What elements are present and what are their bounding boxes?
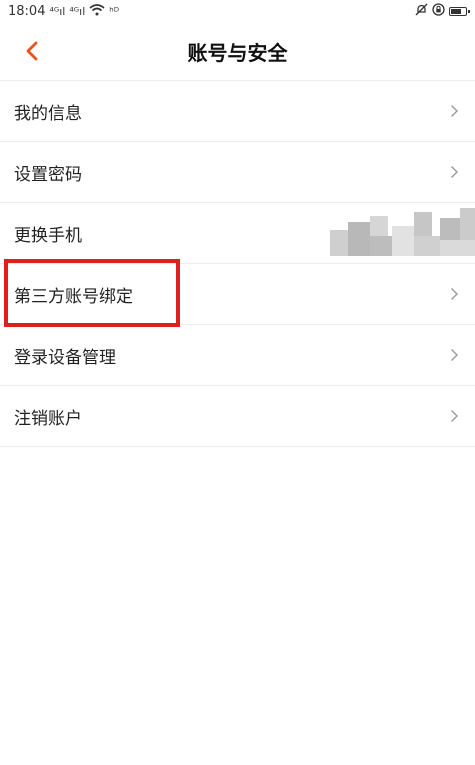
status-left: 18:04 ⁴ᴳıl ⁴ᴳıl ʰᴰ — [8, 4, 119, 19]
chevron-right-icon — [447, 104, 461, 118]
chevron-right-icon — [447, 287, 461, 301]
header: 账号与安全 — [0, 22, 475, 81]
signal-icon: ⁴ᴳıl — [49, 4, 66, 18]
chevron-right-icon — [447, 165, 461, 179]
blurred-phone-number — [330, 208, 475, 258]
menu-item-label: 我的信息 — [14, 103, 82, 124]
chevron-right-icon — [447, 409, 461, 423]
settings-menu: 我的信息 设置密码 更换手机 第三方账号绑定 登录设备管理 注销账户 — [0, 81, 475, 447]
menu-item-set-password[interactable]: 设置密码 — [0, 142, 475, 203]
menu-item-device-management[interactable]: 登录设备管理 — [0, 325, 475, 386]
bell-muted-icon — [415, 3, 428, 20]
hd-badge-icon: ʰᴰ — [109, 4, 120, 18]
menu-item-cancel-account[interactable]: 注销账户 — [0, 386, 475, 447]
page-title: 账号与安全 — [187, 40, 288, 65]
menu-item-label: 登录设备管理 — [14, 347, 116, 368]
status-right — [415, 2, 470, 20]
back-button[interactable] — [18, 37, 46, 65]
menu-item-label: 设置密码 — [14, 164, 82, 185]
lock-rotation-icon — [432, 2, 445, 20]
status-bar: 18:04 ⁴ᴳıl ⁴ᴳıl ʰᴰ — [0, 0, 475, 22]
chevron-right-icon — [447, 348, 461, 362]
signal-icon-2: ⁴ᴳıl — [69, 4, 86, 18]
menu-item-label: 注销账户 — [14, 408, 82, 429]
battery-icon — [449, 6, 470, 16]
menu-item-my-info[interactable]: 我的信息 — [0, 81, 475, 142]
wifi-icon — [89, 3, 105, 19]
menu-item-third-party-binding[interactable]: 第三方账号绑定 — [0, 264, 475, 325]
menu-item-label: 第三方账号绑定 — [14, 286, 133, 307]
menu-item-label: 更换手机 — [14, 225, 82, 246]
status-time: 18:04 — [8, 3, 46, 19]
chevron-left-icon — [26, 41, 38, 61]
